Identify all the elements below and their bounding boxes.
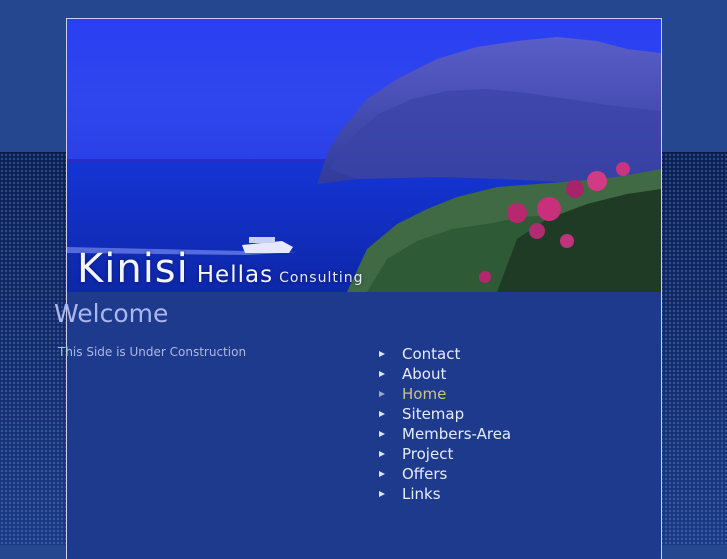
triangle-right-icon bbox=[379, 351, 385, 357]
triangle-right-icon bbox=[379, 431, 385, 437]
nav-item-sitemap[interactable]: Sitemap bbox=[376, 404, 511, 424]
nav-item-label: Members-Area bbox=[402, 425, 512, 443]
nav-item-label: Project bbox=[402, 445, 454, 463]
triangle-right-icon bbox=[379, 411, 385, 417]
triangle-right-icon bbox=[379, 451, 385, 457]
nav-item-label: Contact bbox=[402, 345, 461, 363]
page-title: Welcome bbox=[54, 299, 169, 328]
brand-name: Kinisi bbox=[77, 246, 189, 292]
nav-item-label: Home bbox=[402, 385, 447, 403]
nav-item-links[interactable]: Links bbox=[376, 484, 511, 504]
site-brand: Kinisi Hellas Consulting bbox=[77, 246, 364, 292]
nav-item-offers[interactable]: Offers bbox=[376, 464, 511, 484]
nav-item-label: Sitemap bbox=[402, 405, 465, 423]
construction-notice: This Side is Under Construction bbox=[58, 345, 247, 359]
nav-item-members-area[interactable]: Members-Area bbox=[376, 424, 511, 444]
nav-item-label: About bbox=[402, 365, 447, 383]
nav-item-label: Links bbox=[402, 485, 441, 503]
nav-item-label: Offers bbox=[402, 465, 448, 483]
triangle-right-icon bbox=[379, 471, 385, 477]
nav-item-about[interactable]: About bbox=[376, 364, 511, 384]
triangle-right-icon bbox=[379, 391, 385, 397]
main-navigation: Contact About Home Sitemap Members-Area … bbox=[376, 344, 511, 504]
brand-tagline: Consulting bbox=[279, 270, 364, 286]
page-container: Kinisi Hellas Consulting bbox=[66, 18, 662, 559]
triangle-right-icon bbox=[379, 491, 385, 497]
nav-item-home[interactable]: Home bbox=[376, 384, 511, 404]
brand-name-2: Hellas bbox=[196, 262, 274, 288]
nav-item-contact[interactable]: Contact bbox=[376, 344, 511, 364]
nav-item-project[interactable]: Project bbox=[376, 444, 511, 464]
header-banner: Kinisi Hellas Consulting bbox=[67, 19, 661, 292]
triangle-right-icon bbox=[379, 371, 385, 377]
